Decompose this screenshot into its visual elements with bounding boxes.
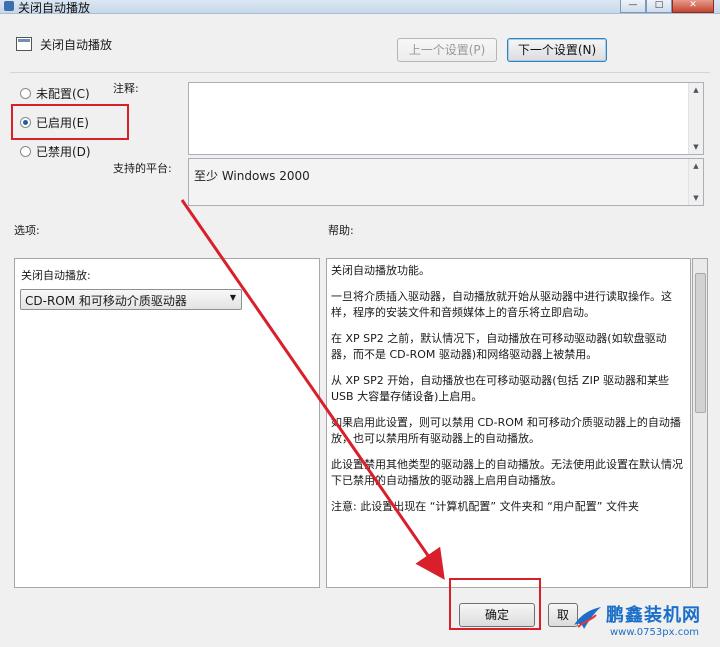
help-paragraph: 此设置禁用其他类型的驱动器上的自动播放。无法使用此设置在默认情况下已禁用的自动播… xyxy=(331,458,683,487)
comment-scrollbar[interactable]: ▲ ▼ xyxy=(688,83,703,154)
radio-not-configured[interactable]: 未配置(C) xyxy=(20,85,90,102)
radio-circle[interactable] xyxy=(20,146,31,157)
radio-label: 未配置(C) xyxy=(36,87,90,101)
app-icon xyxy=(4,1,14,11)
scroll-down-icon[interactable]: ▼ xyxy=(689,192,703,204)
scroll-thumb[interactable] xyxy=(695,273,706,413)
policy-icon xyxy=(16,37,32,51)
annotation-box-enabled xyxy=(11,104,129,140)
help-paragraph: 一旦将介质插入驱动器，自动播放就开始从驱动器中进行读取操作。这样，程序的安装文件… xyxy=(331,290,672,319)
help-scrollbar[interactable] xyxy=(692,258,708,588)
options-label: 选项: xyxy=(14,224,40,237)
scroll-up-icon[interactable]: ▲ xyxy=(689,84,703,96)
window-title: 关闭自动播放 xyxy=(18,1,91,15)
close-button[interactable]: ✕ xyxy=(672,0,714,13)
maximize-button[interactable]: □ xyxy=(646,0,672,13)
platform-field: 至少 Windows 2000 ▲ ▼ xyxy=(188,158,704,206)
radio-circle[interactable] xyxy=(20,88,31,99)
watermark-brand: 鹏鑫装机网 xyxy=(606,605,701,626)
options-panel: 关闭自动播放: CD-ROM 和可移动介质驱动器 ▼ xyxy=(14,258,320,588)
help-paragraph: 如果启用此设置，则可以禁用 CD-ROM 和可移动介质驱动器上的自动播放，也可以… xyxy=(331,416,681,445)
next-setting-button[interactable]: 下一个设置(N) xyxy=(507,38,607,62)
bird-logo-icon xyxy=(574,607,601,629)
caption-buttons: — □ ✕ xyxy=(620,0,714,13)
platform-value: 至少 Windows 2000 xyxy=(194,169,310,183)
header-separator xyxy=(10,72,710,73)
dropdown-arrow-icon[interactable]: ▼ xyxy=(230,293,236,302)
policy-name: 关闭自动播放 xyxy=(40,38,113,52)
group-policy-dialog: 关闭自动播放 — □ ✕ 关闭自动播放 上一个设置(P) 下一个设置(N) 未配… xyxy=(0,0,720,647)
help-paragraph: 关闭自动播放功能。 xyxy=(331,264,430,277)
combo-label: 关闭自动播放: xyxy=(21,269,91,282)
platform-scrollbar[interactable]: ▲ ▼ xyxy=(688,159,703,205)
comment-label: 注释: xyxy=(113,82,139,95)
watermark-url: www.0753px.com xyxy=(610,627,700,638)
help-panel: 关闭自动播放功能。 一旦将介质插入驱动器，自动播放就开始从驱动器中进行读取操作。… xyxy=(326,258,691,588)
radio-label: 已禁用(D) xyxy=(36,145,91,159)
autoplay-drive-select[interactable]: CD-ROM 和可移动介质驱动器 ▼ xyxy=(20,289,242,310)
scroll-down-icon[interactable]: ▼ xyxy=(689,141,703,153)
previous-setting-button[interactable]: 上一个设置(P) xyxy=(397,38,497,62)
help-label: 帮助: xyxy=(328,224,354,237)
comment-textarea[interactable]: ▲ ▼ xyxy=(188,82,704,155)
help-paragraph: 在 XP SP2 之前，默认情况下，自动播放在可移动驱动器(如软盘驱动器，而不是… xyxy=(331,332,667,361)
title-bar[interactable]: 关闭自动播放 — □ ✕ xyxy=(0,0,720,15)
platform-label: 支持的平台: xyxy=(113,162,172,175)
help-paragraph: 注意: 此设置出现在 “计算机配置” 文件夹和 “用户配置” 文件夹 xyxy=(331,500,639,513)
scroll-up-icon[interactable]: ▲ xyxy=(689,160,703,172)
radio-disabled[interactable]: 已禁用(D) xyxy=(20,143,91,160)
site-watermark: 鹏鑫装机网 www.0753px.com xyxy=(572,601,714,643)
help-text: 关闭自动播放功能。 一旦将介质插入驱动器，自动播放就开始从驱动器中进行读取操作。… xyxy=(331,263,687,525)
combo-value: CD-ROM 和可移动介质驱动器 xyxy=(25,294,187,308)
help-paragraph: 从 XP SP2 开始，自动播放也在可移动驱动器(包括 ZIP 驱动器和某些 U… xyxy=(331,374,669,403)
annotation-box-ok xyxy=(449,578,541,630)
minimize-button[interactable]: — xyxy=(620,0,646,13)
